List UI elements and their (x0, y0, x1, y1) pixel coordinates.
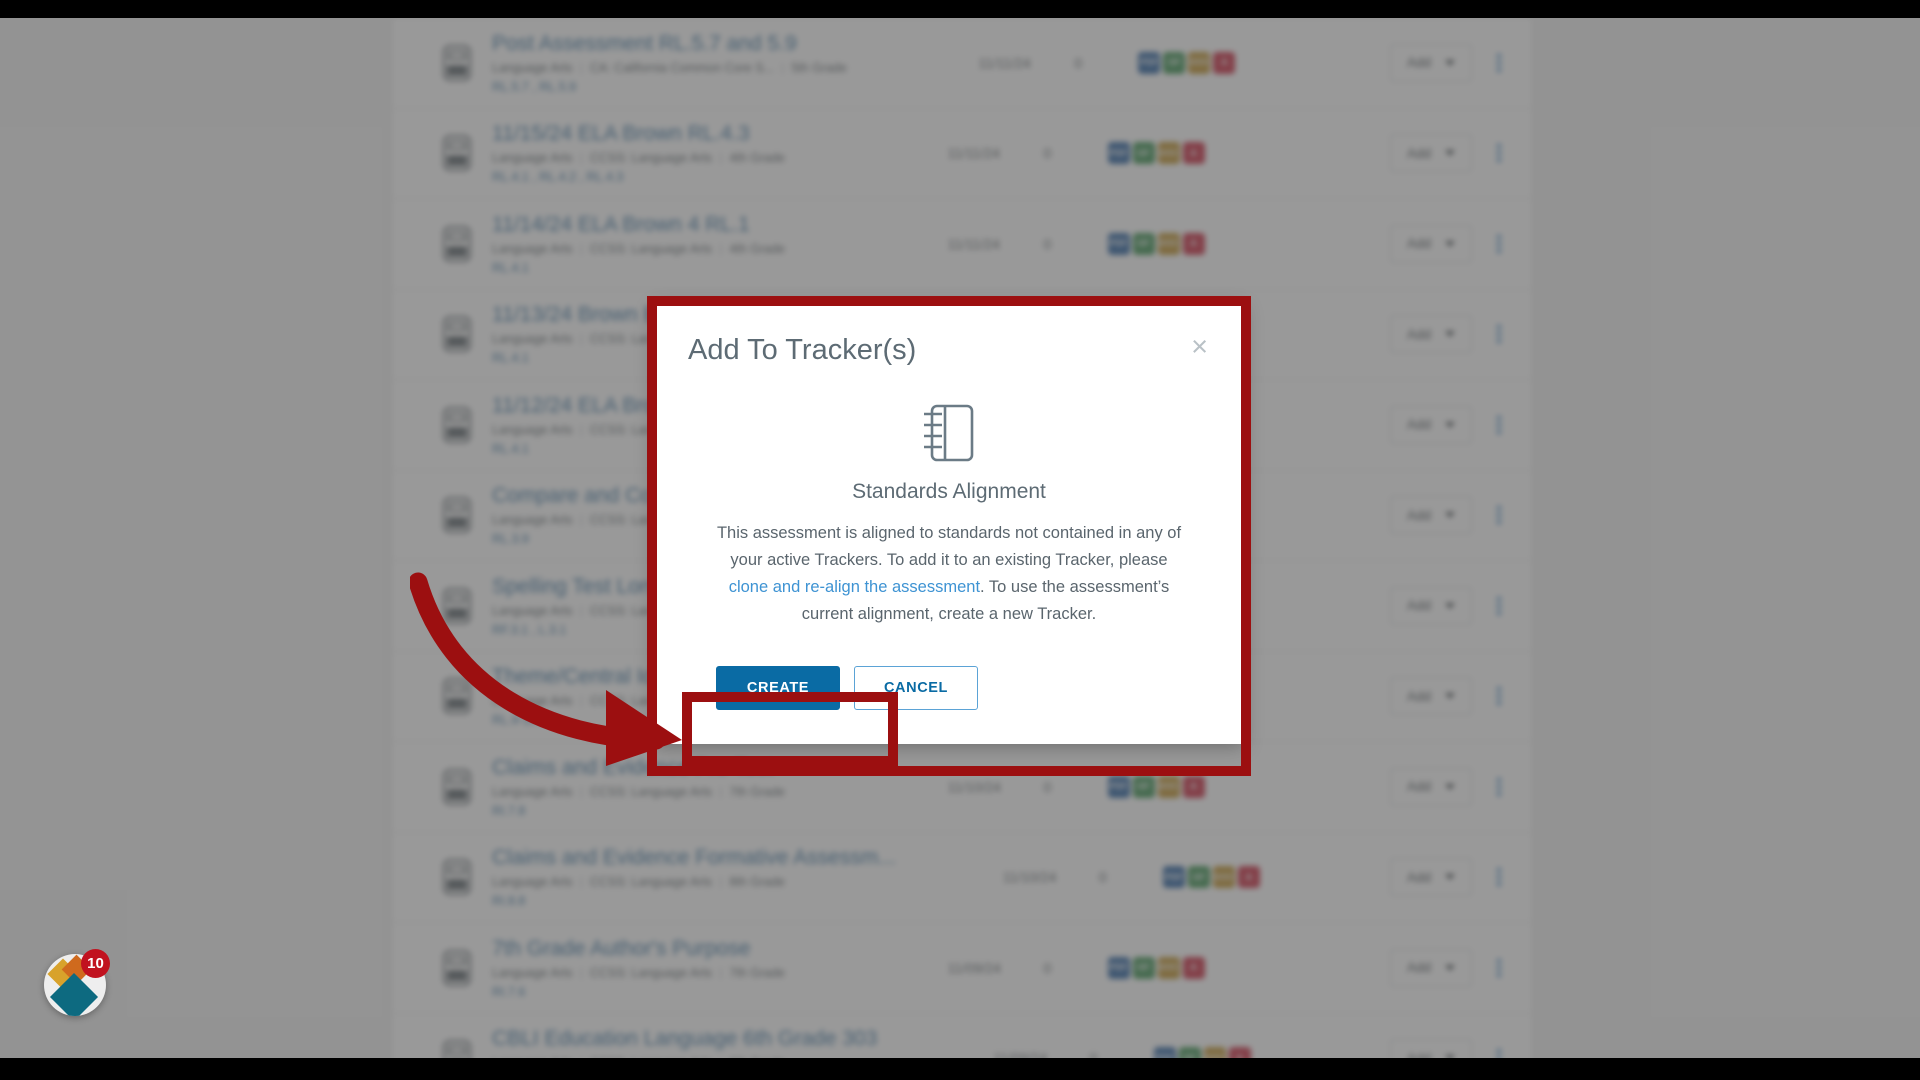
add-to-trackers-dialog: Add To Tracker(s) × Standards Alignment … (654, 304, 1244, 744)
close-icon[interactable]: × (1189, 332, 1210, 362)
dialog-message-part1: This assessment is aligned to standards … (716, 524, 1182, 569)
notebook-icon (924, 404, 974, 462)
cancel-button[interactable]: CANCEL (854, 666, 978, 710)
screen: Post Assessment RL.5.7 and 5.9Language A… (0, 0, 1920, 1080)
dialog-body: Standards Alignment This assessment is a… (688, 368, 1210, 710)
help-logo-widget[interactable]: 10 (44, 949, 110, 1016)
letterbox-top (0, 0, 1920, 18)
create-button[interactable]: CREATE (716, 666, 840, 710)
dialog-subtitle: Standards Alignment (852, 480, 1046, 503)
dialog-header: Add To Tracker(s) × (688, 332, 1210, 368)
help-notification-count[interactable]: 10 (81, 949, 110, 978)
dialog-message: This assessment is aligned to standards … (710, 520, 1188, 628)
dialog-title: Add To Tracker(s) (688, 334, 917, 366)
clone-and-realign-link[interactable]: clone and re-align the assessment (729, 578, 980, 596)
dialog-actions: CREATE CANCEL (710, 666, 1188, 710)
letterbox-bottom (0, 1058, 1920, 1080)
